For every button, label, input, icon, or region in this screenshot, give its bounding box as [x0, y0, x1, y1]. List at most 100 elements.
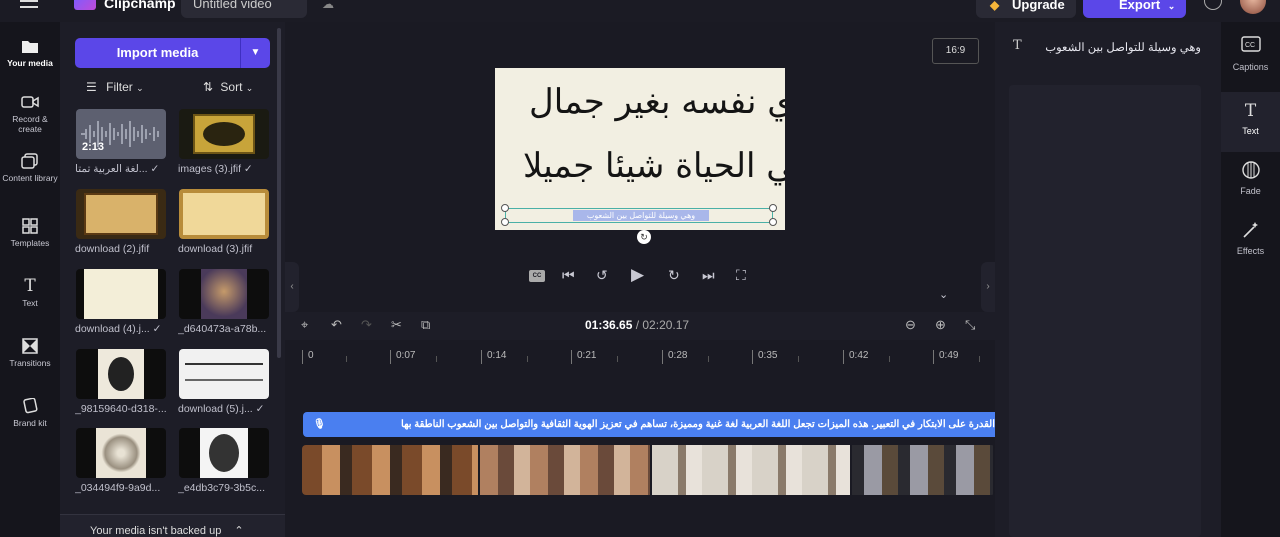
resize-handle[interactable] — [769, 218, 777, 226]
media-thumbnail-audio[interactable]: 2:13 — [76, 109, 166, 159]
fullscreen-icon[interactable]: ⛶ — [736, 267, 746, 284]
media-thumbnail-image[interactable] — [179, 189, 269, 239]
library-icon — [21, 153, 39, 169]
circular-calligraphy-image — [96, 428, 146, 478]
zoom-out-icon[interactable]: ⊖ — [905, 317, 916, 333]
project-title-input[interactable]: Untitled video — [181, 0, 307, 18]
media-thumbnail-image[interactable] — [76, 349, 166, 399]
text-icon: T — [1013, 38, 1022, 53]
export-button[interactable]: Export ⌄ — [1083, 0, 1186, 18]
play-icon[interactable]: ▶ — [631, 265, 644, 285]
sidebar-item-label: Brand kit — [13, 418, 47, 428]
magic-select-icon[interactable]: ⌖ — [301, 317, 308, 333]
hamburger-menu-icon[interactable] — [20, 0, 38, 8]
text-icon: T — [24, 276, 36, 296]
sidebar-item-templates[interactable]: Templates — [0, 218, 60, 248]
backup-notice[interactable]: Your media isn't backed up ⌃ — [60, 514, 285, 537]
import-media-button[interactable]: Import media ▼ — [75, 38, 270, 68]
forward-5-icon[interactable]: ↻ — [668, 267, 680, 284]
resize-handle[interactable] — [501, 218, 509, 226]
filter-icon: ☰ — [86, 80, 97, 94]
microphone-icon: 🎙 — [313, 419, 326, 430]
sort-button[interactable]: ⇅ Sort ⌄ — [203, 80, 253, 94]
sidebar-item-label: Transitions — [9, 358, 51, 368]
media-item-label: download (2).jfif — [75, 243, 150, 255]
caption-track[interactable]: القدرة على الابتكار في التعبير. هذه المي… — [303, 412, 995, 437]
ruler-tick — [979, 356, 980, 362]
tab-text[interactable]: T Text — [1221, 92, 1280, 152]
closed-captions-icon[interactable]: CC — [529, 270, 545, 282]
zoom-in-icon[interactable]: ⊕ — [935, 317, 946, 333]
text-content-value: وهي وسيلة للتواصل بين الشعوب — [1045, 42, 1201, 54]
rotate-icon[interactable]: ↻ — [637, 230, 651, 244]
sidebar-item-content-library[interactable]: Content library — [0, 153, 60, 183]
media-thumbnail-image[interactable] — [179, 109, 269, 159]
redo-icon[interactable]: ↷ — [361, 317, 372, 333]
media-thumbnail-image[interactable] — [76, 189, 166, 239]
media-thumbnail-image[interactable] — [76, 269, 166, 319]
video-clip[interactable] — [302, 445, 480, 495]
ruler-label: 0:14 — [481, 350, 506, 364]
ruler-label: 0:35 — [752, 350, 777, 364]
sidebar-item-text[interactable]: T Text — [0, 276, 60, 309]
video-clip[interactable] — [652, 445, 852, 495]
skip-back-icon[interactable]: ⏮ — [562, 267, 575, 284]
chevron-up-icon: ⌃ — [234, 525, 244, 537]
chevron-down-icon: ⌄ — [245, 83, 254, 93]
video-clip[interactable] — [480, 445, 652, 495]
calligraphy-image — [183, 193, 265, 235]
timeline-ruler[interactable]: 0 0:07 0:14 0:21 0:28 0:35 0:42 0:49 — [285, 342, 995, 366]
media-item-label: download (4).j... ✓ — [75, 323, 162, 335]
sidebar-item-record-create[interactable]: Record & create — [0, 94, 60, 134]
preview-canvas[interactable]: والذي نفسه بغير جمال لا يرى في الحياة شي… — [495, 68, 785, 230]
resize-handle[interactable] — [501, 204, 509, 212]
fit-timeline-icon[interactable]: ⤡ — [965, 317, 975, 333]
media-item-label: download (5).j... ✓ — [178, 403, 265, 415]
rewind-5-icon[interactable]: ↺ — [596, 267, 608, 284]
calligraphy-line-2: لا يرى في الحياة شيئا جميلا — [523, 146, 785, 186]
video-track[interactable] — [302, 445, 995, 495]
sort-label: Sort — [220, 80, 243, 94]
media-thumbnail-image[interactable] — [179, 428, 269, 478]
upgrade-label: Upgrade — [1012, 0, 1065, 12]
ruler-label: 0 — [302, 350, 314, 364]
media-duration: 2:13 — [82, 141, 105, 153]
caption-text[interactable]: وهي وسيلة للتواصل بين الشعوب — [573, 210, 709, 221]
sidebar-item-brand-kit[interactable]: Brand kit — [0, 397, 60, 428]
duplicate-icon[interactable]: ⧉ — [421, 317, 430, 333]
image-detail — [203, 122, 245, 146]
media-thumbnail-image[interactable] — [76, 428, 166, 478]
avatar[interactable] — [1240, 0, 1266, 14]
tab-fade[interactable]: Fade — [1221, 152, 1280, 212]
collapse-preview-icon[interactable]: ⌄ — [939, 288, 948, 301]
text-content-field[interactable]: T وهي وسيلة للتواصل بين الشعوب — [1007, 36, 1207, 58]
undo-icon[interactable]: ↶ — [331, 317, 342, 333]
resize-handle[interactable] — [769, 204, 777, 212]
sidebar-item-your-media[interactable]: Your media — [0, 38, 60, 68]
media-item-label: _e4db3c79-3b5c... — [178, 482, 265, 494]
total-time: / 02:20.17 — [635, 318, 690, 332]
media-thumbnail-image[interactable] — [179, 269, 269, 319]
skip-forward-icon[interactable]: ⏭ — [702, 267, 715, 284]
export-label: Export — [1119, 0, 1161, 12]
filter-button[interactable]: ☰ Filter ⌄ — [86, 80, 144, 94]
properties-area — [1009, 85, 1201, 537]
collapse-left-panel-button[interactable]: ‹ — [285, 262, 299, 312]
upgrade-button[interactable]: ◆ Upgrade — [976, 0, 1076, 18]
tab-effects[interactable]: Effects — [1221, 212, 1280, 272]
media-item-label: images (3).jfif ✓ — [178, 163, 253, 175]
sidebar-item-transitions[interactable]: Transitions — [0, 338, 60, 368]
tab-captions[interactable]: CC Captions — [1221, 28, 1280, 88]
video-clip[interactable] — [852, 445, 995, 495]
split-icon[interactable]: ✂ — [391, 317, 402, 333]
ruler-tick — [798, 356, 799, 362]
help-icon[interactable] — [1204, 0, 1222, 10]
media-scrollbar[interactable] — [277, 28, 281, 358]
right-tab-bar: CC Captions T Text Fade Effects — [1221, 22, 1280, 537]
chevron-down-icon[interactable]: ▼ — [241, 38, 270, 68]
aspect-ratio-button[interactable]: 16:9 — [932, 38, 979, 64]
sidebar-item-label: Your media — [7, 58, 53, 68]
media-thumbnail-image[interactable] — [179, 349, 269, 399]
collapse-right-panel-button[interactable]: › — [981, 262, 995, 312]
clipchamp-editor: Clipchamp Untitled video ☁ ◆ Upgrade Exp… — [0, 0, 1280, 537]
